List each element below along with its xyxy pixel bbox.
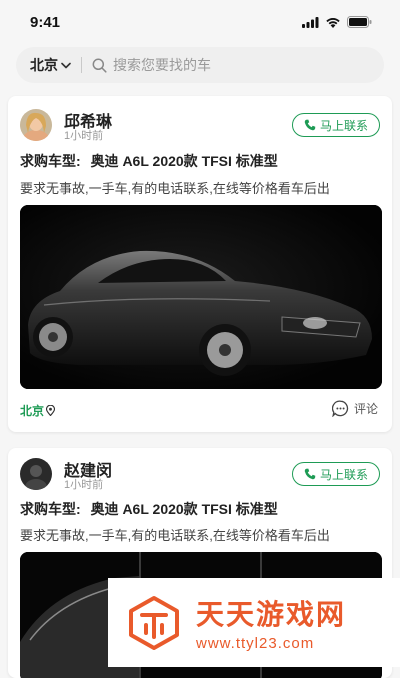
post-time: 1小时前 bbox=[64, 130, 104, 142]
comment-icon bbox=[331, 400, 349, 417]
contact-button-label: 马上联系 bbox=[319, 118, 368, 133]
status-icons bbox=[302, 16, 372, 28]
post-description: 要求无事故,一手车,有的电话联系,在线等价格看车后出 bbox=[20, 181, 330, 196]
car-photo[interactable] bbox=[20, 205, 382, 389]
status-time: 9:41 bbox=[30, 13, 61, 31]
phone-icon bbox=[304, 119, 316, 131]
contact-button[interactable]: 马上联系 bbox=[292, 462, 380, 486]
car-image bbox=[20, 205, 382, 389]
city-selector[interactable]: 北京 bbox=[30, 55, 71, 75]
search-bar[interactable]: 北京 搜索您要找的车 bbox=[16, 47, 384, 83]
contact-button[interactable]: 马上联系 bbox=[292, 113, 380, 137]
city-label: 北京 bbox=[30, 57, 58, 73]
status-bar: 9:41 bbox=[0, 0, 400, 44]
post-description: 要求无事故,一手车,有的电话联系,在线等价格看车后出 bbox=[20, 528, 330, 543]
battery-icon bbox=[347, 16, 372, 28]
contact-button-label: 马上联系 bbox=[319, 467, 368, 482]
search-icon bbox=[92, 58, 107, 73]
avatar[interactable] bbox=[20, 458, 52, 490]
post-card[interactable]: 邱希琳 1小时前 马上联系 求购车型: 奥迪 A6L 2020款 TFSI 标准… bbox=[8, 96, 392, 432]
car-model-value: 奥迪 A6L 2020款 TFSI 标准型 bbox=[90, 501, 278, 517]
location-label: 北京 bbox=[20, 404, 45, 418]
watermark-title: 天天游戏网 bbox=[196, 599, 347, 630]
location-pin-icon bbox=[46, 405, 56, 416]
post-time: 1小时前 bbox=[64, 479, 104, 491]
car-model-value: 奥迪 A6L 2020款 TFSI 标准型 bbox=[90, 153, 278, 169]
signal-icon bbox=[302, 16, 319, 28]
wifi-icon bbox=[326, 17, 340, 28]
car-model-label: 求购车型: bbox=[20, 501, 81, 517]
phone-icon bbox=[304, 468, 316, 480]
chevron-down-icon bbox=[61, 62, 71, 68]
avatar[interactable] bbox=[20, 109, 52, 141]
watermark-url: www.ttyl23.com bbox=[196, 635, 315, 652]
car-model: 求购车型: 奥迪 A6L 2020款 TFSI 标准型 bbox=[20, 499, 278, 519]
car-model-label: 求购车型: bbox=[20, 153, 81, 169]
watermark: 天天游戏网 www.ttyl23.com bbox=[108, 578, 400, 667]
search-divider bbox=[81, 57, 82, 73]
location-tag: 北京 bbox=[20, 402, 56, 419]
comment-button[interactable]: 评论 bbox=[331, 400, 378, 417]
watermark-logo-icon bbox=[129, 595, 179, 650]
car-model: 求购车型: 奥迪 A6L 2020款 TFSI 标准型 bbox=[20, 151, 278, 171]
search-input[interactable]: 搜索您要找的车 bbox=[113, 55, 211, 75]
comment-label: 评论 bbox=[353, 402, 378, 416]
